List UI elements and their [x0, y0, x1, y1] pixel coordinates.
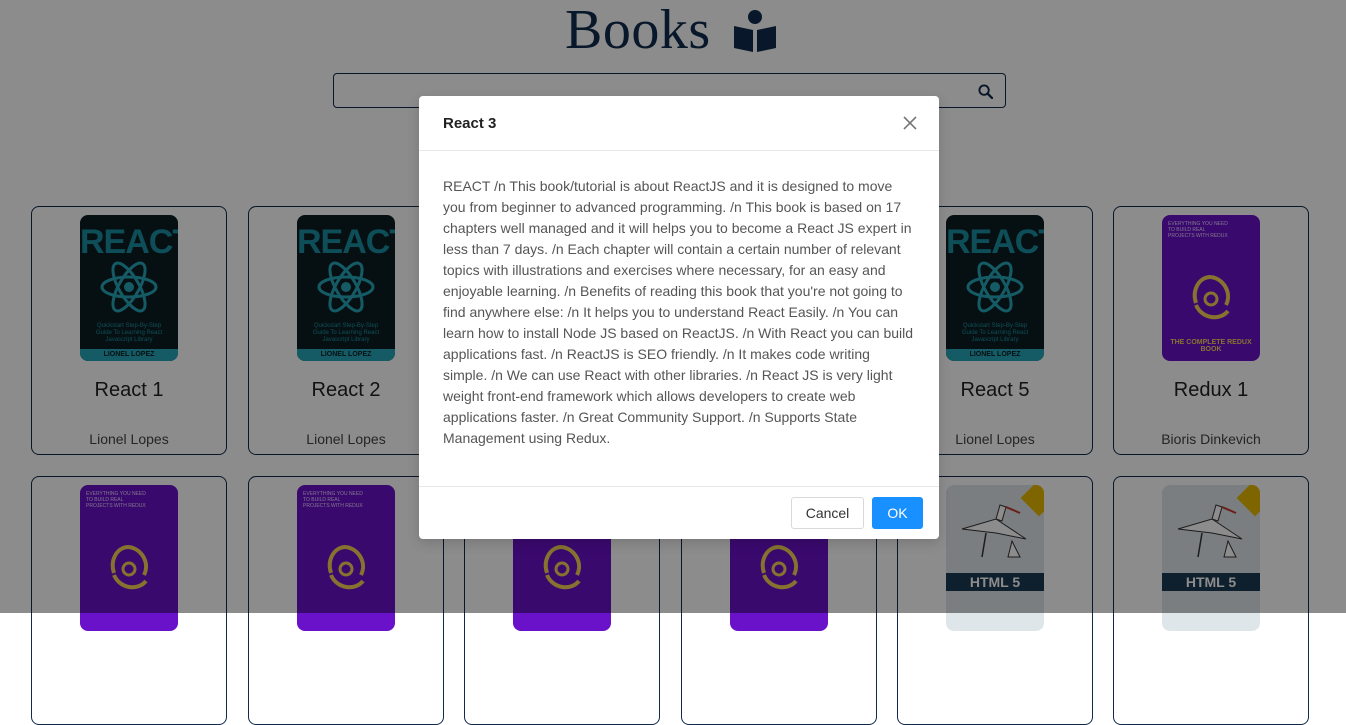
close-icon[interactable]: [901, 114, 919, 132]
ok-button[interactable]: OK: [872, 497, 923, 529]
modal-header: React 3: [419, 96, 939, 151]
modal-footer: Cancel OK: [419, 486, 939, 539]
modal-title: React 3: [443, 115, 497, 132]
book-details-modal: React 3 REACT /n This book/tutorial is a…: [419, 96, 939, 539]
cancel-button[interactable]: Cancel: [791, 497, 864, 529]
modal-description: REACT /n This book/tutorial is about Rea…: [443, 178, 914, 446]
